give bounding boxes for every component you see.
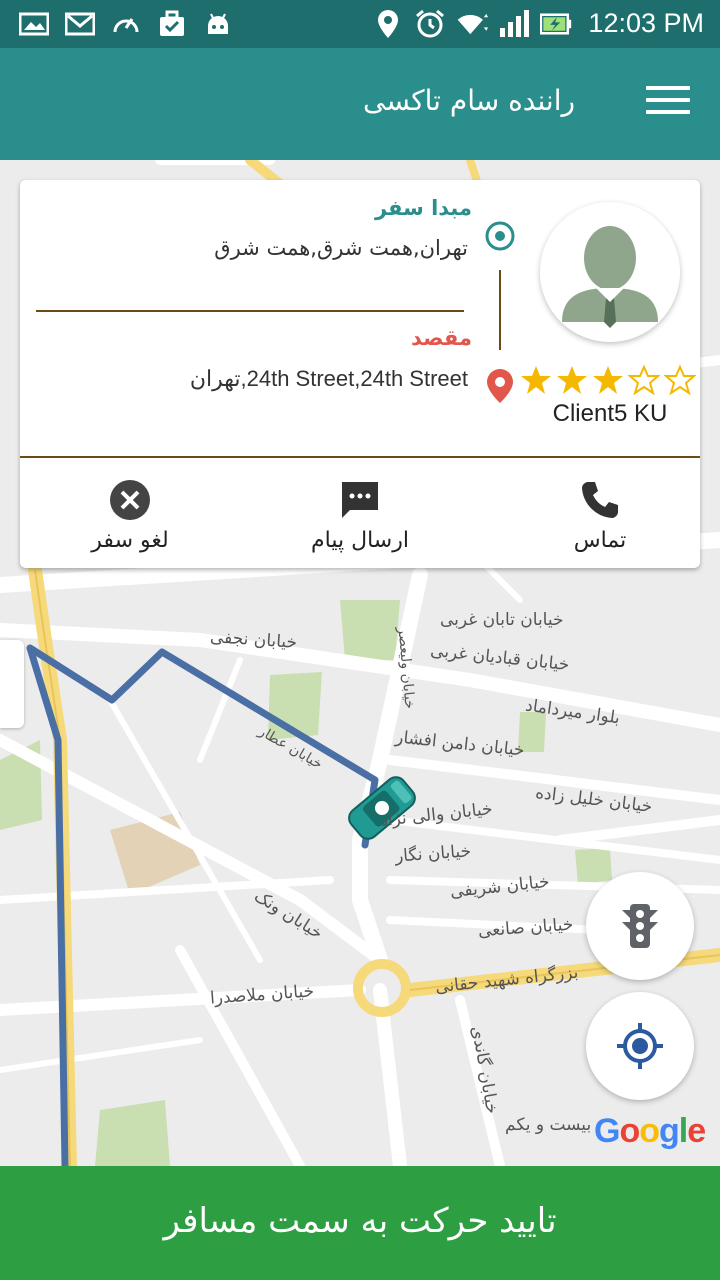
- speedometer-icon: [110, 10, 142, 38]
- client-name: Client5 KU: [552, 400, 668, 427]
- star-filled-icon: [557, 366, 587, 394]
- menu-button[interactable]: [646, 86, 690, 122]
- star-empty-icon: [664, 364, 696, 396]
- traffic-light-icon: [622, 904, 658, 948]
- route-connector-line: [499, 270, 501, 350]
- app-title: راننده سام تاکسی: [362, 84, 575, 117]
- send-message-button[interactable]: ارسال پیام: [260, 470, 460, 560]
- traffic-button[interactable]: [586, 872, 694, 980]
- wifi-icon: [456, 10, 489, 38]
- street-label: خیابان تابان غربی: [440, 610, 564, 630]
- street-label: بیست و یکم: [505, 1115, 592, 1135]
- map-side-tab[interactable]: [0, 640, 24, 728]
- client-avatar: [540, 202, 680, 342]
- divider: [36, 310, 464, 312]
- confirm-move-button[interactable]: تایید حرکت به سمت مسافر: [0, 1166, 720, 1280]
- gps-target-icon: [617, 1023, 663, 1069]
- phone-icon: [582, 482, 618, 518]
- hamburger-icon: [646, 86, 690, 90]
- alarm-icon: [414, 9, 446, 38]
- star-empty-icon: [628, 364, 660, 396]
- destination-address: 24th Street,24th Street,تهران: [189, 366, 468, 391]
- cancel-trip-label: لغو سفر: [91, 528, 169, 553]
- call-label: تماس: [573, 528, 627, 553]
- destination-label: مقصد: [411, 326, 472, 350]
- origin-label: مبدا سفر: [374, 196, 472, 220]
- origin-radio-icon: [484, 220, 516, 252]
- my-location-button[interactable]: [586, 992, 694, 1100]
- signal-icon: [498, 9, 530, 38]
- star-filled-icon: [593, 366, 623, 394]
- destination-pin-icon: [486, 368, 514, 404]
- call-button[interactable]: تماس: [500, 470, 700, 560]
- cancel-icon: [110, 480, 150, 520]
- divider: [20, 456, 700, 458]
- app-bar: راننده سام تاکسی: [0, 48, 720, 160]
- message-icon: [342, 482, 378, 518]
- origin-address: تهران,همت شرق,همت شرق: [214, 236, 468, 260]
- client-rating: [520, 364, 696, 396]
- location-icon: [372, 9, 404, 38]
- gmail-icon: [64, 10, 96, 38]
- briefcase-check-icon: [156, 10, 188, 38]
- battery-charging-icon: [540, 10, 572, 38]
- google-attribution: Google: [594, 1112, 706, 1150]
- send-message-label: ارسال پیام: [311, 528, 409, 553]
- star-filled-icon: [521, 366, 551, 394]
- trip-info-card: مبدا سفر تهران,همت شرق,همت شرق مقصد 24th…: [20, 180, 700, 568]
- user-avatar-icon: [540, 202, 680, 342]
- status-time: 12:03 PM: [588, 8, 704, 38]
- status-bar: 12:03 PM: [0, 0, 720, 48]
- photo-notification-icon: [18, 10, 50, 38]
- android-icon: [202, 10, 234, 38]
- cancel-trip-button[interactable]: لغو سفر: [30, 470, 230, 560]
